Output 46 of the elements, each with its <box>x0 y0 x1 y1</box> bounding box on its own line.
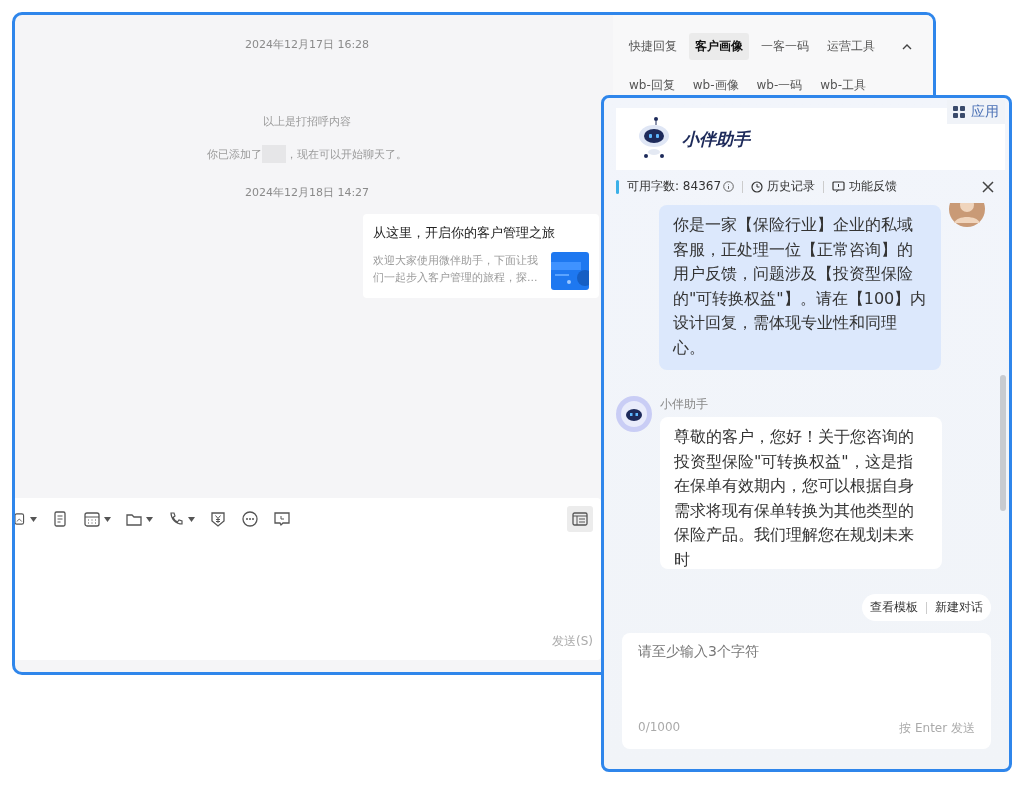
assistant-message: 尊敬的客户，您好！关于您咨询的投资型保险"可转换权益"，这是指在保单有效期内，您可以根据自身需求将现有保单转换为其他类型的保险产品。我们理解您在规划未来时 <box>660 417 942 569</box>
tab[interactable]: wb-一码 <box>750 72 809 99</box>
timestamp: 2024年12月17日 16:28 <box>244 37 370 52</box>
calendar-icon[interactable] <box>83 510 101 528</box>
character-count: 0/1000 <box>638 720 681 736</box>
system-notice: 你已添加了 <box>207 146 262 162</box>
caret-icon[interactable] <box>188 516 195 522</box>
grid-icon <box>953 106 965 118</box>
document-icon[interactable] <box>51 510 69 528</box>
quota-text: 可用字数: 84367 <box>627 178 722 195</box>
action-button[interactable]: 新建对话 <box>935 599 983 616</box>
yen-shield-icon[interactable] <box>209 510 227 528</box>
tab[interactable]: 运营工具 <box>821 33 881 60</box>
close-button[interactable] <box>981 179 995 194</box>
user-message: 你是一家【保险行业】企业的私域客服，正处理一位【正常咨询】的用户反馈，问题涉及【投资型保险的"可转换权益"】。请在【100】内设计回复，需体现专业性和同理心。 <box>659 205 941 370</box>
assistant-title: 小伴助手 <box>682 127 750 151</box>
card-title: 从这里，开启你的客户管理之旅 <box>373 224 556 242</box>
layout-button[interactable] <box>567 506 593 532</box>
send-hint: 按 Enter 发送 <box>899 720 975 737</box>
tab[interactable]: 一客一码 <box>755 33 815 60</box>
info-icon[interactable] <box>723 181 735 192</box>
caret-icon[interactable] <box>30 516 37 522</box>
chat-clock-icon[interactable] <box>273 510 291 528</box>
feedback-link[interactable]: 功能反馈 <box>832 178 898 195</box>
feedback-icon <box>832 180 846 193</box>
clock-icon <box>751 180 764 193</box>
tab[interactable]: wb-画像 <box>686 72 745 99</box>
system-notice: ，现在可以开始聊天了。 <box>286 146 407 162</box>
caret-icon[interactable] <box>104 516 111 522</box>
tab[interactable]: wb-回复 <box>623 72 681 99</box>
robot-avatar <box>616 396 652 432</box>
sender-name: 小伴助手 <box>660 396 709 413</box>
action-button[interactable]: 查看模板 <box>870 599 918 616</box>
link-card[interactable]: 从这里，开启你的客户管理之旅 欢迎大家使用微伴助手，下面让我们一起步入客户管理的旅程，探... <box>363 214 599 298</box>
system-notice: 以上是打招呼内容 <box>263 114 351 129</box>
layout-icon <box>572 512 588 526</box>
tab[interactable]: 客户画像 <box>689 33 749 60</box>
image-icon[interactable] <box>15 510 27 528</box>
timestamp: 2024年12月18日 14:27 <box>244 185 370 200</box>
more-icon[interactable] <box>241 510 259 528</box>
phone-icon[interactable] <box>167 510 185 528</box>
tab[interactable]: wb-工具 <box>814 72 873 99</box>
history-link[interactable]: 历史记录 <box>751 178 816 195</box>
caret-icon[interactable] <box>146 516 153 522</box>
card-description: 欢迎大家使用微伴助手，下面让我们一起步入客户管理的旅程，探... <box>373 253 539 286</box>
tab[interactable]: 快捷回复 <box>623 33 683 60</box>
